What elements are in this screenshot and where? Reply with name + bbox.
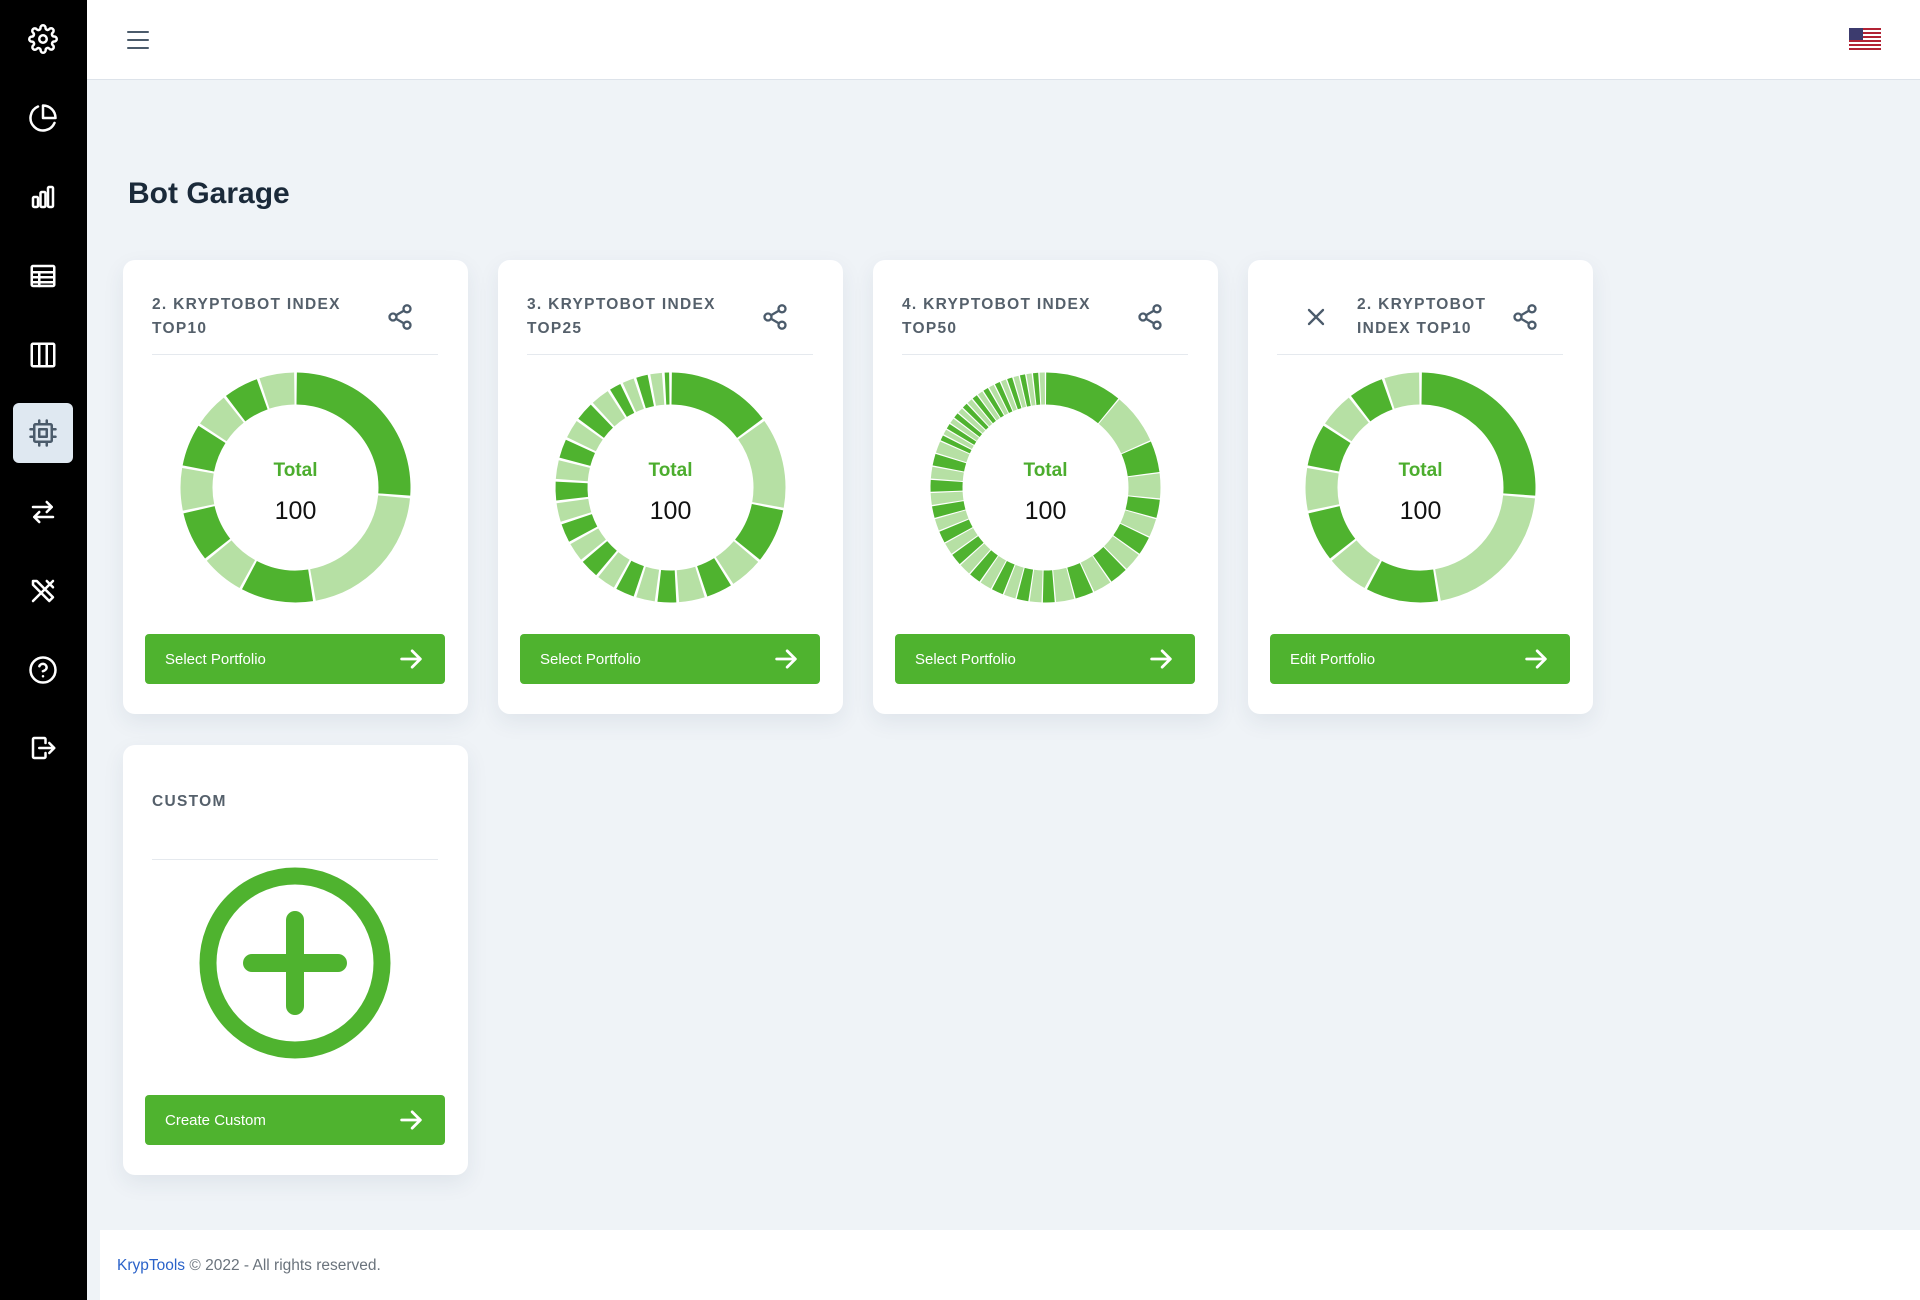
card-title: 2. KRYPTOBOT INDEX TOP10 [152, 296, 341, 337]
share-button[interactable] [758, 300, 792, 334]
donut-total-value: 100 [1399, 497, 1442, 525]
card-header: 2. KRYPTOBOT INDEX TOP10 [152, 285, 438, 355]
hamburger-menu-icon[interactable] [127, 26, 157, 54]
donut-slice [657, 569, 677, 603]
donut-total-label: Total [273, 460, 318, 481]
donut-slice [1042, 570, 1055, 603]
share-icon [388, 304, 412, 330]
remove-button[interactable] [1299, 300, 1333, 334]
card-header: CUSTOM [152, 770, 438, 860]
footer: KrypTools © 2022 - All rights reserved. [100, 1230, 1920, 1300]
us-flag-icon[interactable] [1849, 28, 1881, 50]
portfolio-card: 3. KRYPTOBOT INDEX TOP25 Total 100 Selec… [498, 260, 843, 714]
sidebar-item-settings[interactable] [13, 9, 73, 69]
arrow-right-icon [400, 649, 422, 669]
button-label: Select Portfolio [915, 650, 1016, 668]
portfolio-donut-chart: Total 100 [178, 370, 413, 605]
swap-arrows-icon [31, 500, 55, 524]
arrow-right-icon [775, 649, 797, 669]
sidebar-item-columns[interactable] [13, 325, 73, 385]
donut-total-value: 100 [1024, 497, 1067, 525]
page-title: Bot Garage [128, 177, 290, 210]
donut-slice [664, 372, 670, 405]
select-portfolio-button[interactable]: Select Portfolio [895, 634, 1195, 684]
pie-chart-icon [29, 104, 57, 132]
card-title: 4. KRYPTOBOT INDEX TOP50 [902, 296, 1091, 337]
arrow-right-icon [400, 1110, 422, 1130]
button-label: Edit Portfolio [1290, 650, 1376, 668]
sidebar-item-exchange[interactable] [13, 482, 73, 542]
card-header: 2. KRYPTOBOT INDEX TOP10 [1277, 285, 1563, 355]
edit-portfolio-button[interactable]: Edit Portfolio [1270, 634, 1570, 684]
help-circle-icon [29, 656, 57, 684]
bar-chart-icon [31, 185, 55, 209]
card-title: 2. KRYPTOBOT INDEX TOP10 [1357, 296, 1487, 337]
donut-slice [1039, 372, 1045, 405]
close-icon [1307, 308, 1325, 326]
table-icon [30, 264, 56, 288]
share-button[interactable] [383, 300, 417, 334]
share-button[interactable] [1508, 300, 1542, 334]
card-header: 4. KRYPTOBOT INDEX TOP50 [902, 285, 1188, 355]
portfolio-donut-chart: Total 100 [553, 370, 788, 605]
sidebar-item-statistics[interactable] [13, 167, 73, 227]
share-button[interactable] [1133, 300, 1167, 334]
cpu-chip-icon [29, 419, 57, 447]
arrow-right-icon [1525, 649, 1547, 669]
donut-total-label: Total [1023, 460, 1068, 481]
share-icon [1138, 304, 1162, 330]
portfolio-card: 2. KRYPTOBOT INDEX TOP10 Total 100 Edit … [1248, 260, 1593, 714]
portfolio-card: 4. KRYPTOBOT INDEX TOP50 Total 100 Selec… [873, 260, 1218, 714]
select-portfolio-button[interactable]: Select Portfolio [520, 634, 820, 684]
brand-link[interactable]: KrypTools [117, 1257, 185, 1274]
arrow-right-icon [1150, 649, 1172, 669]
sidebar-item-tools[interactable] [13, 561, 73, 621]
sidebar-item-portfolio[interactable] [13, 88, 73, 148]
gear-icon [28, 24, 58, 54]
footer-text: KrypTools © 2022 - All rights reserved. [117, 1257, 381, 1275]
create-custom-button[interactable]: Create Custom [145, 1095, 445, 1145]
portfolio-donut-chart: Total 100 [1303, 370, 1538, 605]
plus-circle-icon[interactable] [197, 865, 393, 1061]
donut-total-value: 100 [649, 497, 692, 525]
card-header: 3. KRYPTOBOT INDEX TOP25 [527, 285, 813, 355]
tools-icon [31, 579, 55, 603]
button-label: Select Portfolio [165, 650, 266, 668]
share-icon [763, 304, 787, 330]
donut-slice [1366, 560, 1439, 603]
top-bar [87, 0, 1920, 80]
sidebar [0, 0, 87, 1300]
custom-card: CUSTOM Create Custom [123, 745, 468, 1175]
sidebar-item-help[interactable] [13, 640, 73, 700]
logout-icon [31, 736, 56, 760]
sidebar-item-bot-garage[interactable] [13, 403, 73, 463]
sidebar-item-logout[interactable] [13, 718, 73, 778]
donut-total-label: Total [648, 460, 693, 481]
donut-total-label: Total [1398, 460, 1443, 481]
donut-slice [241, 560, 314, 603]
button-label: Create Custom [165, 1111, 266, 1129]
card-title: CUSTOM [152, 793, 227, 810]
donut-slice [671, 372, 763, 438]
portfolio-card: 2. KRYPTOBOT INDEX TOP10 Total 100 Selec… [123, 260, 468, 714]
sidebar-item-table[interactable] [13, 246, 73, 306]
share-icon [1513, 304, 1537, 330]
copyright-text: © 2022 - All rights reserved. [189, 1257, 381, 1274]
button-label: Select Portfolio [540, 650, 641, 668]
card-title: 3. KRYPTOBOT INDEX TOP25 [527, 296, 716, 337]
select-portfolio-button[interactable]: Select Portfolio [145, 634, 445, 684]
donut-total-value: 100 [274, 497, 317, 525]
portfolio-donut-chart: Total 100 [928, 370, 1163, 605]
columns-icon [30, 342, 56, 368]
